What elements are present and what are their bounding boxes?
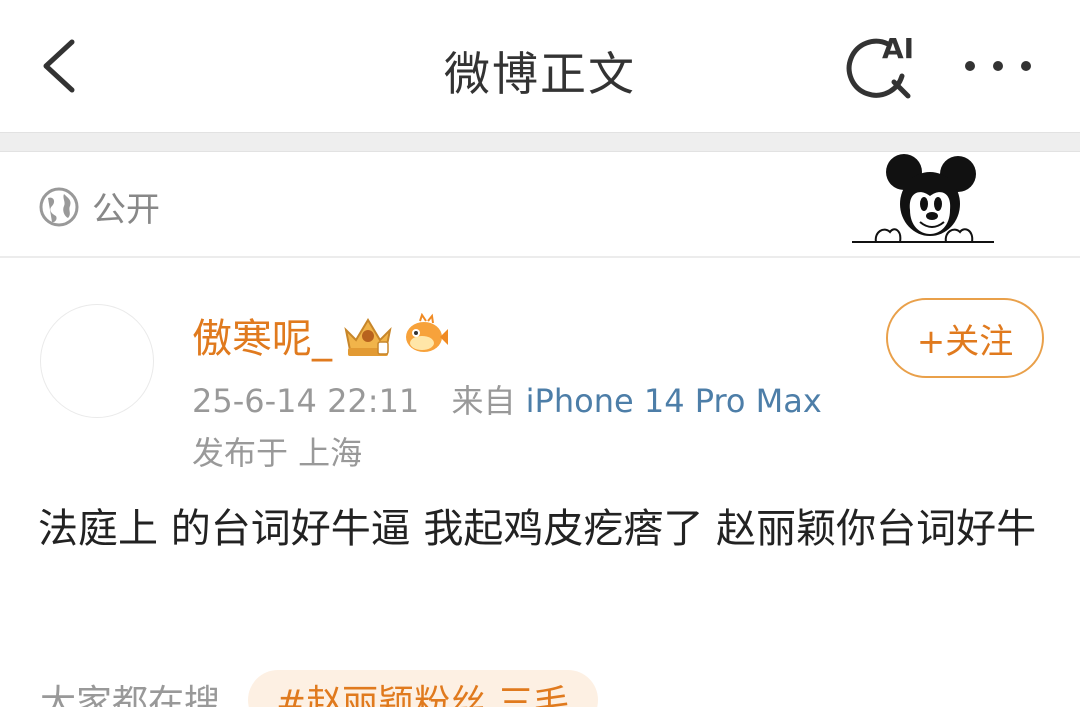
author-row: 傲寒呢_ xyxy=(192,308,450,362)
post-meta: 25-6-14 22:11 来自 iPhone 14 Pro Max xyxy=(192,376,822,422)
more-options-button[interactable] xyxy=(960,50,1036,82)
crown-badge-icon[interactable] xyxy=(340,312,396,358)
globe-icon xyxy=(39,187,79,227)
visibility-bar: 公开 xyxy=(0,152,1080,258)
source-device[interactable]: iPhone 14 Pro Max xyxy=(526,382,822,420)
mickey-mouse-sticker xyxy=(852,154,994,243)
more-dots-icon xyxy=(965,61,1031,71)
section-divider xyxy=(0,132,1080,152)
avatar[interactable] xyxy=(40,304,154,418)
visibility-label: 公开 xyxy=(92,190,160,230)
post-time: 25-6-14 22:11 xyxy=(192,382,420,420)
trending-tag[interactable]: #赵丽颖粉丝 三毛 xyxy=(248,670,598,707)
trending-label: 大家都在搜 xyxy=(40,683,221,707)
author-name[interactable]: 傲寒呢_ xyxy=(192,306,332,364)
ai-search-icon: AI xyxy=(846,32,914,99)
ai-label: AI xyxy=(882,32,914,65)
post-location: 发布于 上海 xyxy=(192,434,363,472)
pufferfish-badge-icon[interactable] xyxy=(402,313,450,357)
top-navigation-bar: 微博正文 AI xyxy=(0,0,1080,132)
trending-row: 大家都在搜 #赵丽颖粉丝 三毛 xyxy=(40,670,598,707)
follow-button[interactable]: +关注 xyxy=(886,298,1044,378)
source-label: 来自 xyxy=(451,382,516,420)
ai-search-button[interactable]: AI xyxy=(842,30,922,102)
weibo-post: 傲寒呢_ +关注 25-6-14 22:11 来自 iPhone 14 Pro … xyxy=(0,260,1080,707)
post-text: 法庭上 的台词好牛逼 我起鸡皮疙瘩了 赵丽颖你台词好牛 xyxy=(38,506,1037,552)
